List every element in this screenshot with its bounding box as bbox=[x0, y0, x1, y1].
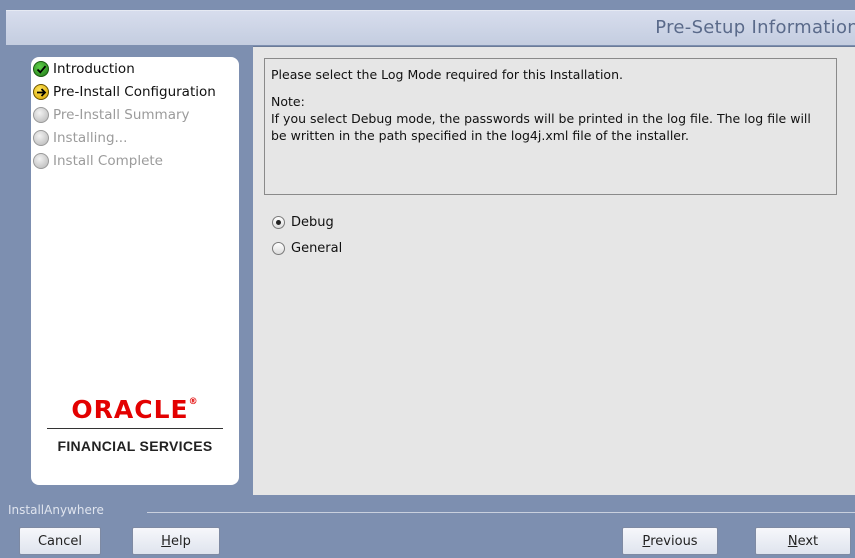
previous-button[interactable]: Previous bbox=[622, 527, 718, 555]
footer-divider bbox=[147, 512, 855, 513]
logo-brand: ORACLE bbox=[71, 395, 189, 424]
note-text: If you select Debug mode, the passwords … bbox=[271, 111, 811, 143]
steps-list: Introduction Pre-Install Configuration P… bbox=[31, 57, 239, 485]
step-label: Install Complete bbox=[53, 153, 163, 169]
circle-pending-icon bbox=[33, 130, 49, 146]
oracle-logo: ORACLE® FINANCIAL SERVICES bbox=[31, 395, 239, 454]
circle-pending-icon bbox=[33, 153, 49, 169]
step-pre-install-summary: Pre-Install Summary bbox=[33, 105, 190, 125]
step-label: Installing... bbox=[53, 130, 128, 146]
step-label: Introduction bbox=[53, 61, 135, 77]
radio-debug[interactable]: Debug bbox=[272, 215, 334, 230]
logo-divider bbox=[47, 428, 223, 429]
page-title: Pre-Setup Information bbox=[655, 17, 855, 38]
help-button[interactable]: Help bbox=[132, 527, 220, 555]
arrow-right-icon bbox=[33, 84, 49, 100]
step-label: Pre-Install Configuration bbox=[53, 84, 216, 100]
title-banner: Pre-Setup Information bbox=[6, 10, 855, 45]
logo-subtitle: FINANCIAL SERVICES bbox=[57, 438, 213, 454]
step-label: Pre-Install Summary bbox=[53, 107, 190, 123]
step-introduction: Introduction bbox=[33, 59, 135, 79]
step-installing: Installing... bbox=[33, 128, 127, 148]
steps-panel: Introduction Pre-Install Configuration P… bbox=[6, 46, 250, 490]
radio-general[interactable]: General bbox=[272, 241, 342, 256]
radio-label: General bbox=[291, 241, 343, 256]
step-pre-install-configuration: Pre-Install Configuration bbox=[33, 82, 216, 102]
instruction-text: Please select the Log Mode required for … bbox=[271, 67, 623, 82]
main-content: Please select the Log Mode required for … bbox=[253, 46, 855, 495]
radio-button-selected[interactable] bbox=[272, 216, 285, 229]
step-install-complete: Install Complete bbox=[33, 151, 163, 171]
checkmark-icon bbox=[33, 61, 49, 77]
registered-mark: ® bbox=[188, 397, 199, 407]
cancel-button[interactable]: Cancel bbox=[19, 527, 101, 555]
radio-label: Debug bbox=[291, 215, 334, 230]
next-button[interactable]: Next bbox=[755, 527, 851, 555]
circle-pending-icon bbox=[33, 107, 49, 123]
vendor-label: InstallAnywhere bbox=[8, 503, 104, 517]
radio-button[interactable] bbox=[272, 242, 285, 255]
info-box: Please select the Log Mode required for … bbox=[264, 58, 837, 195]
installer-window: Pre-Setup Information Introduction Pre-I… bbox=[0, 0, 855, 558]
note-heading: Note: bbox=[271, 94, 305, 109]
